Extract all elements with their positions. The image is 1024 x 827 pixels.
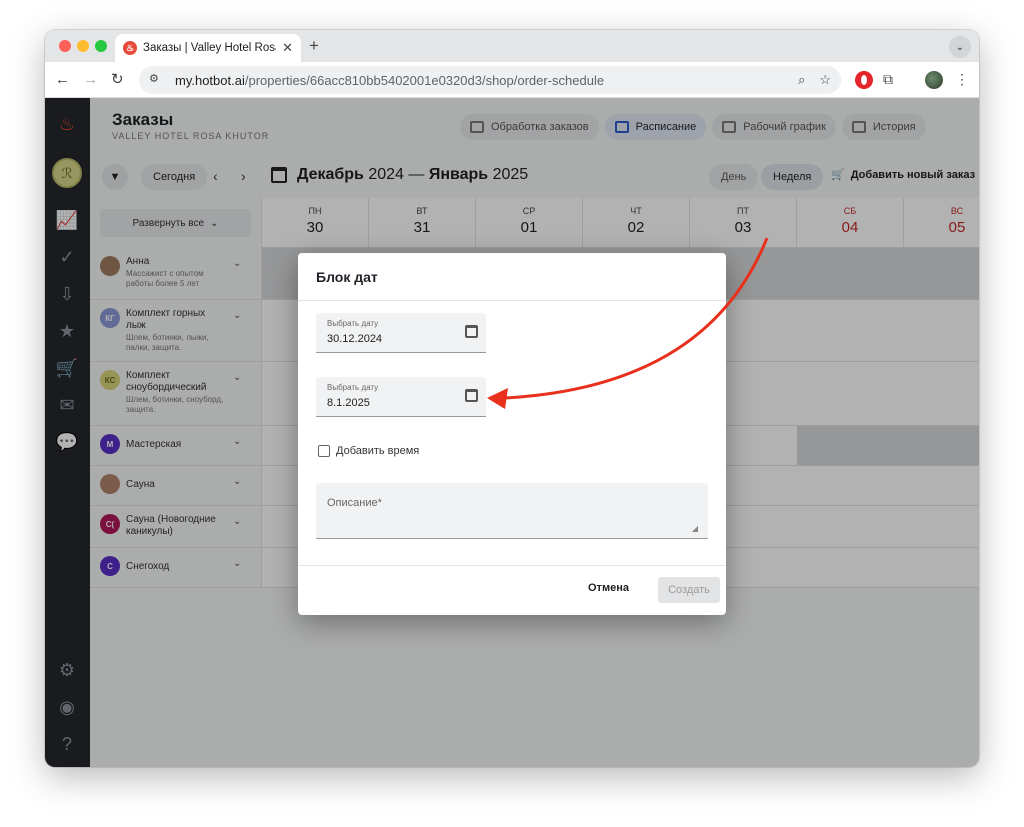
- new-tab-icon[interactable]: +: [309, 36, 319, 56]
- add-time-label: Добавить время: [336, 445, 420, 457]
- create-button[interactable]: Создать: [658, 577, 720, 603]
- tab-search-icon[interactable]: ⌄: [949, 36, 971, 58]
- field-label: Описание*: [327, 497, 382, 509]
- site-info-icon[interactable]: ⚙: [149, 72, 165, 88]
- field-value: 30.12.2024: [327, 333, 383, 345]
- bookmark-star-icon[interactable]: ☆: [819, 72, 831, 88]
- address-bar[interactable]: ⚙ my.hotbot.ai/properties/66acc810bb5402…: [139, 66, 841, 94]
- browser-toolbar: ← → ↻ ⚙ my.hotbot.ai/properties/66acc810…: [45, 62, 979, 98]
- start-date-field[interactable]: Выбрать дату 30.12.2024: [316, 313, 486, 353]
- browser-menu-icon[interactable]: ⋮: [955, 71, 973, 89]
- add-time-checkbox[interactable]: [318, 445, 330, 457]
- calendar-icon[interactable]: [465, 325, 478, 338]
- browser-window: ♨ Заказы | Valley Hotel Rosa Khutor ✕ + …: [45, 30, 979, 767]
- profile-avatar[interactable]: [925, 71, 943, 89]
- field-value: 8.1.2025: [327, 397, 370, 409]
- tab-title: Заказы | Valley Hotel Rosa Khutor: [143, 42, 276, 54]
- close-window-button[interactable]: [59, 40, 71, 52]
- url-text: my.hotbot.ai/properties/66acc810bb540200…: [175, 72, 605, 88]
- tab-strip: ♨ Заказы | Valley Hotel Rosa Khutor ✕ + …: [45, 30, 979, 62]
- tab-close-icon[interactable]: ✕: [282, 40, 293, 56]
- add-time-row[interactable]: Добавить время: [318, 445, 419, 457]
- resize-handle-icon[interactable]: ◢: [692, 524, 698, 533]
- calendar-icon[interactable]: [465, 389, 478, 402]
- hotbot-favicon-icon: ♨: [123, 41, 137, 55]
- maximize-window-button[interactable]: [95, 40, 107, 52]
- field-label: Выбрать дату: [327, 319, 379, 328]
- app-content: ♨ ℛ 📈 ✓ ⇩ ★ 🛒 ✉ 💬 ⚙ ◉ ? Заказы VALLEY HO…: [45, 98, 979, 767]
- back-icon[interactable]: ←: [55, 70, 70, 90]
- dialog-title: Блок дат: [298, 253, 726, 301]
- block-dates-dialog: Блок дат Выбрать дату 30.12.2024 Выбрать…: [298, 253, 726, 615]
- zoom-icon[interactable]: ⌕: [798, 72, 805, 88]
- opera-extension-icon[interactable]: [855, 71, 873, 89]
- forward-icon[interactable]: →: [83, 70, 98, 90]
- field-label: Выбрать дату: [327, 383, 379, 392]
- cancel-button[interactable]: Отмена: [588, 582, 629, 594]
- dialog-divider: [298, 565, 726, 566]
- end-date-field[interactable]: Выбрать дату 8.1.2025: [316, 377, 486, 417]
- extensions-puzzle-icon[interactable]: ⧉: [883, 71, 901, 89]
- description-textarea[interactable]: Описание* ◢: [316, 483, 708, 539]
- browser-tab[interactable]: ♨ Заказы | Valley Hotel Rosa Khutor ✕: [115, 34, 301, 62]
- reload-icon[interactable]: ↻: [111, 70, 124, 90]
- minimize-window-button[interactable]: [77, 40, 89, 52]
